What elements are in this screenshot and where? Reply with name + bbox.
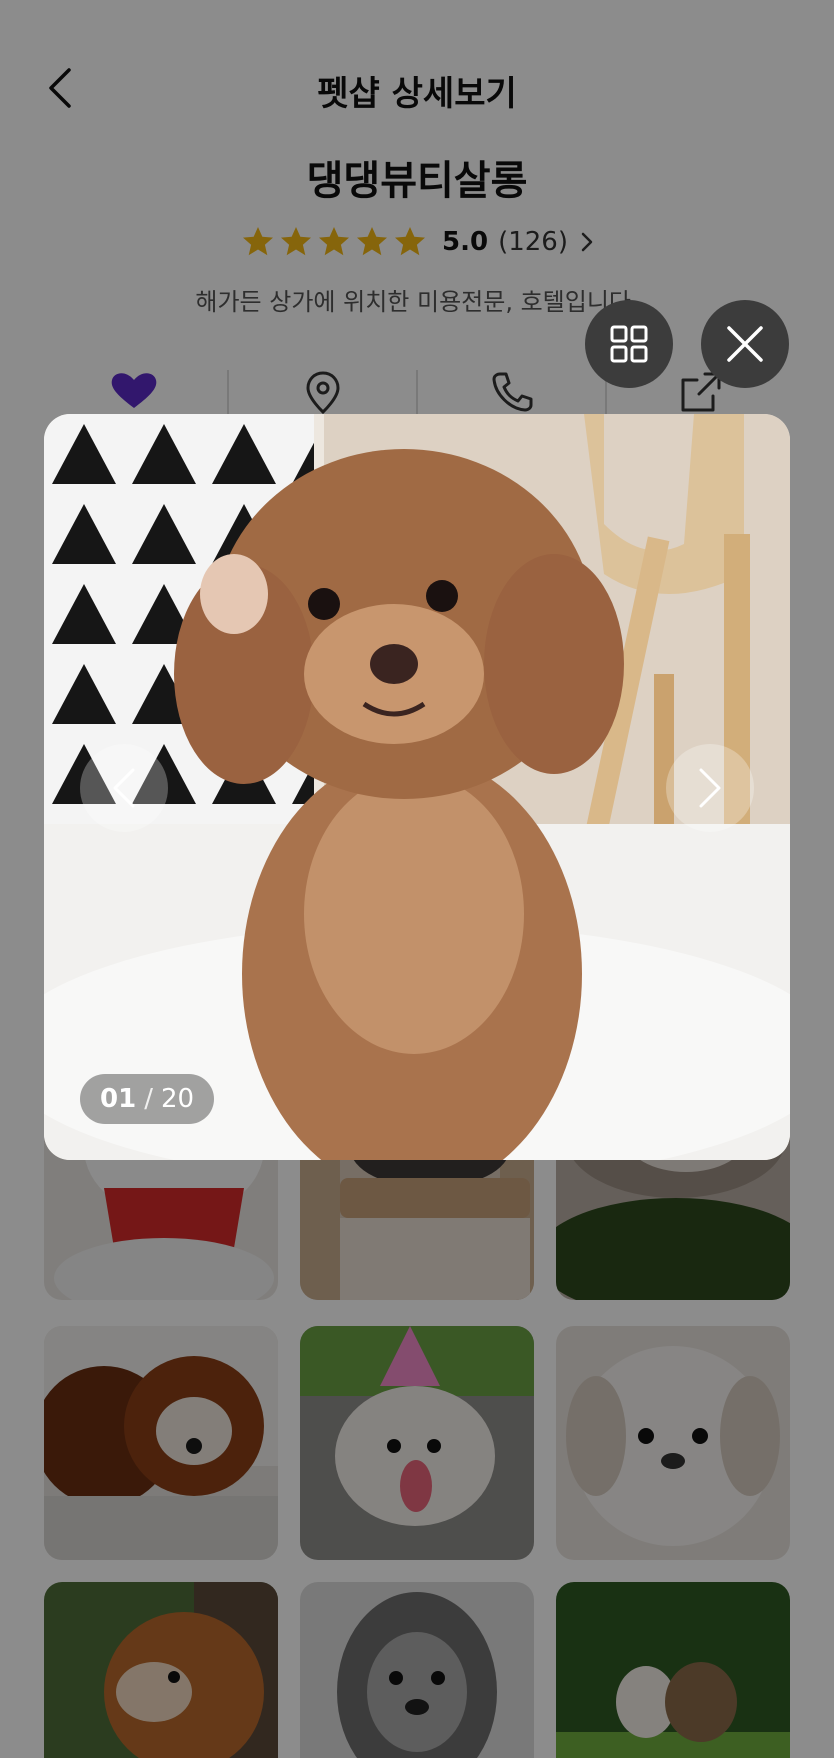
grid-icon [610,325,648,363]
chevron-right-icon [699,768,721,808]
chevron-left-icon [113,768,135,808]
counter-separator: / [144,1084,153,1114]
close-viewer-button[interactable] [701,300,789,388]
close-icon [727,326,763,362]
next-photo-button[interactable] [666,744,754,832]
previous-photo-button[interactable] [80,744,168,832]
grid-view-button[interactable] [585,300,673,388]
photo-counter: 01 / 20 [80,1074,215,1124]
current-photo-index: 01 [100,1084,137,1114]
photo-viewer[interactable]: 01 / 20 [44,414,790,1160]
total-photo-count: 20 [160,1084,195,1114]
